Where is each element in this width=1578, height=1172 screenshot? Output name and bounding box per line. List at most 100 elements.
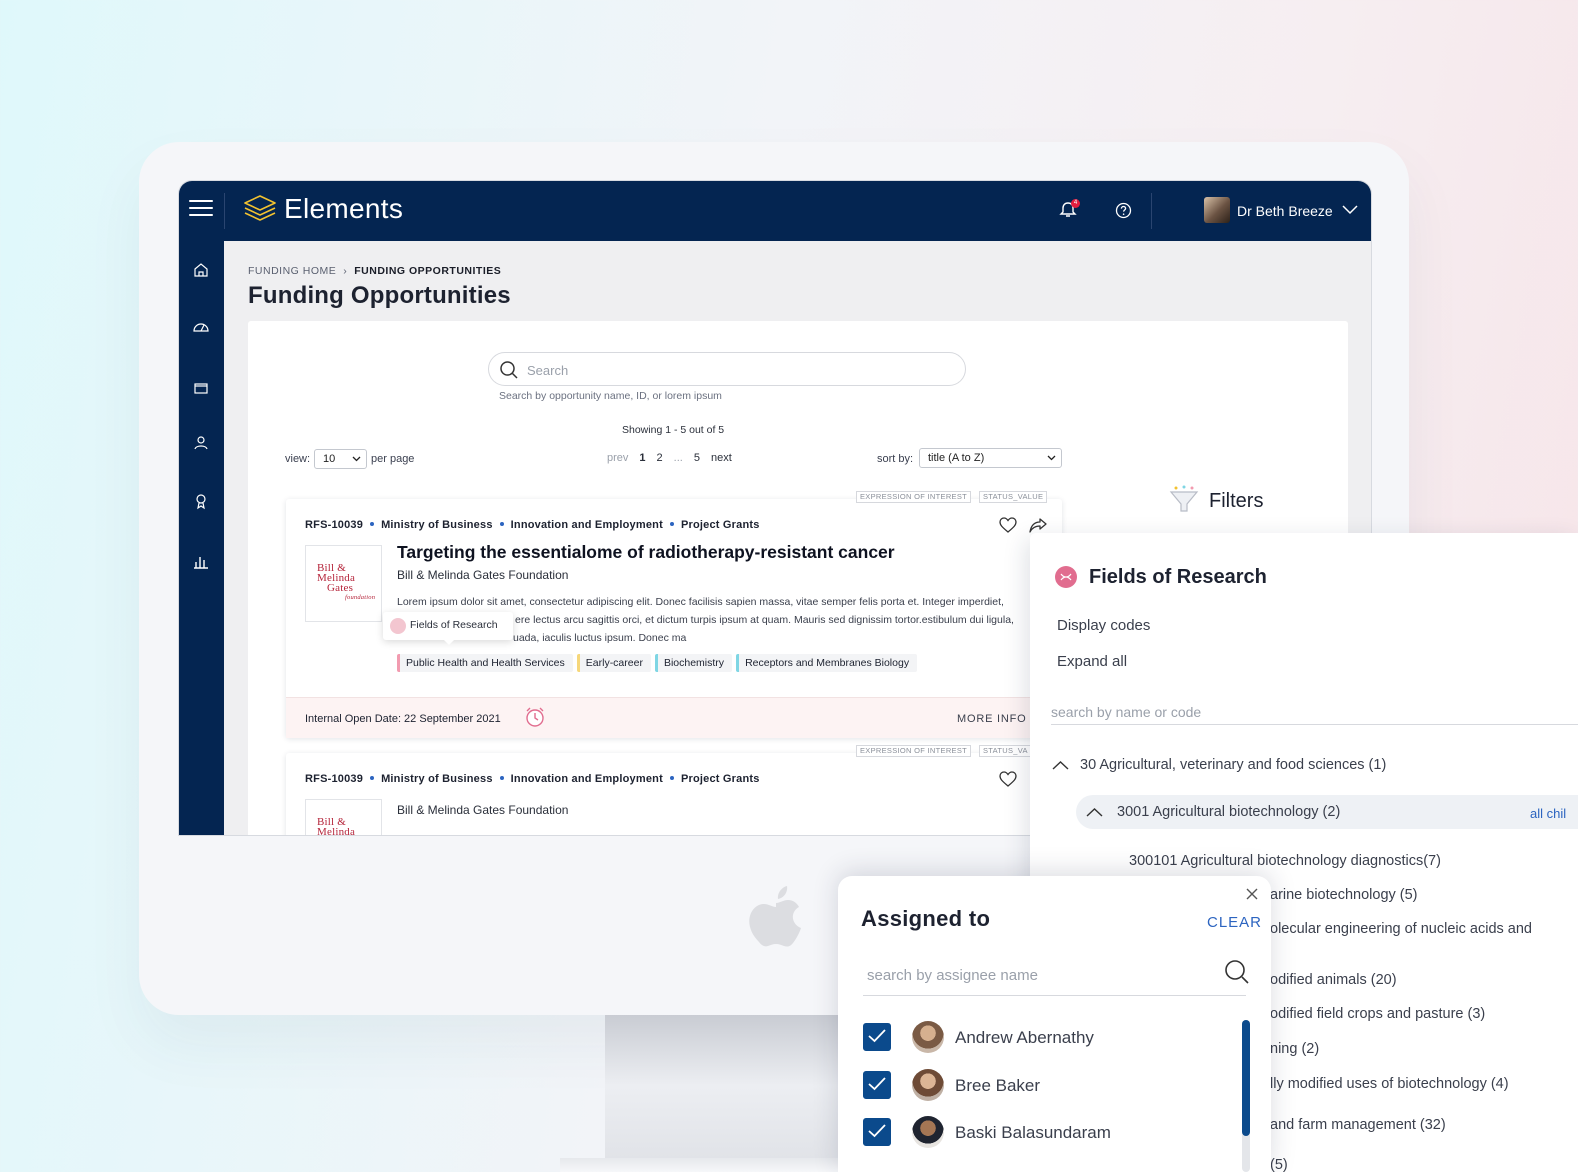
filter-icon <box>1167 484 1201 514</box>
dashboard-gauge-icon[interactable] <box>192 318 210 336</box>
user-name[interactable]: Dr Beth Breeze <box>1237 203 1333 219</box>
assignee-row[interactable]: Baski Balasundaram <box>863 1116 1223 1148</box>
tree-leaf[interactable]: lly modified uses of biotechnology (4) <box>1270 1076 1509 1092</box>
status-tag: STATUS_VALUE <box>979 491 1048 503</box>
opportunity-title[interactable]: Targeting the essentialome of radiothera… <box>397 542 895 563</box>
user-icon[interactable] <box>192 434 210 452</box>
panel-title: Fields of Research <box>1089 566 1267 588</box>
all-children-link[interactable]: all chil <box>1530 806 1566 821</box>
expand-all-link[interactable]: Expand all <box>1057 653 1127 670</box>
user-avatar[interactable] <box>1204 197 1230 223</box>
avatar <box>912 1116 944 1148</box>
panel-title: Assigned to <box>861 906 991 931</box>
search-icon <box>499 360 519 380</box>
elements-logo-icon <box>243 194 277 224</box>
app-name: Elements <box>284 193 404 224</box>
tree-leaf[interactable]: odified field crops and pasture (3) <box>1270 1006 1485 1022</box>
scrollbar-thumb[interactable] <box>1242 1020 1250 1136</box>
tree-leaf[interactable]: 300101 Agricultural biotechnology diagno… <box>1129 853 1441 869</box>
assignee-checkbox[interactable] <box>863 1118 891 1146</box>
heart-icon[interactable] <box>999 517 1017 533</box>
tree-leaf[interactable]: and farm management (32) <box>1270 1117 1446 1133</box>
status-tag: STATUS_VA <box>979 745 1032 757</box>
tree-leaf[interactable]: arine biotechnology (5) <box>1270 887 1418 903</box>
per-page-select[interactable]: 10 <box>314 449 367 469</box>
home-icon[interactable] <box>192 261 210 279</box>
research-search-input[interactable] <box>1051 699 1578 725</box>
funder-name: Ministry of Business <box>381 773 493 785</box>
chip-list: Public Health and Health Services Early-c… <box>397 653 921 672</box>
avatar <box>912 1069 944 1101</box>
pagination-next[interactable]: next <box>711 452 732 464</box>
display-codes-toggle[interactable]: Display codes <box>1057 617 1150 634</box>
topbar-divider <box>224 193 225 229</box>
chevron-down-icon <box>352 456 361 462</box>
filters-title: Filters <box>1209 490 1264 512</box>
opportunity-card[interactable]: EXPRESSION OF INTEREST STATUS_VA RFS-100… <box>286 745 1062 835</box>
opportunity-card[interactable]: EXPRESSION OF INTEREST STATUS_VALUE RFS-… <box>286 491 1062 738</box>
tree-node-label: 30 Agricultural, veterinary and food sci… <box>1080 757 1387 773</box>
breadcrumb-home[interactable]: FUNDING HOME <box>248 265 336 277</box>
results-summary: Showing 1 - 5 out of 5 <box>622 424 725 436</box>
pagination-prev[interactable]: prev <box>607 452 628 464</box>
research-chip[interactable]: Early-career <box>576 654 651 672</box>
tree-node[interactable]: 3001 Agricultural biotechnology (2) <box>1086 804 1340 820</box>
page-title: Funding Opportunities <box>248 282 511 309</box>
pagination-page[interactable]: 5 <box>694 452 700 464</box>
heart-icon[interactable] <box>999 771 1017 787</box>
funder-logo: Bill & Melinda <box>305 799 382 835</box>
avatar <box>912 1021 944 1053</box>
bar-chart-icon[interactable] <box>192 553 210 571</box>
clear-button[interactable]: CLEAR <box>1207 914 1262 931</box>
type-tag: EXPRESSION OF INTEREST <box>856 745 972 757</box>
close-icon[interactable] <box>1246 888 1258 900</box>
opportunity-meta: RFS-10039 Ministry of Business Innovation … <box>305 519 760 531</box>
search-input[interactable] <box>527 359 947 381</box>
breadcrumb-current: FUNDING OPPORTUNITIES <box>354 265 502 277</box>
more-info-link[interactable]: MORE INFO <box>957 713 1027 725</box>
program-name: Innovation and Employment <box>510 519 663 531</box>
open-date: Internal Open Date: 22 September 2021 <box>305 713 501 725</box>
assignee-checkbox[interactable] <box>863 1071 891 1099</box>
fields-of-research-tooltip: Fields of Research <box>383 612 513 645</box>
topbar-divider <box>1151 193 1152 229</box>
scheme-name: Project Grants <box>680 773 760 785</box>
chevron-down-icon[interactable] <box>1342 205 1358 215</box>
help-icon[interactable] <box>1115 202 1132 219</box>
assignee-search-input[interactable] <box>867 962 1207 988</box>
assignee-name: Bree Baker <box>955 1076 1041 1095</box>
award-icon[interactable] <box>192 492 210 510</box>
sort-select[interactable]: title (A to Z) <box>919 448 1062 468</box>
scheme-name: Project Grants <box>680 519 760 531</box>
description-line: Lorem ipsum dolor sit amet, consectetur … <box>397 596 1004 608</box>
tree-leaf[interactable]: (5) <box>1270 1157 1288 1172</box>
tree-leaf[interactable]: olecular engineering of nucleic acids an… <box>1270 921 1532 937</box>
research-chip[interactable]: Public Health and Health Services <box>397 654 573 672</box>
tree-leaf[interactable]: odified animals (20) <box>1270 972 1397 988</box>
chevron-down-icon <box>1047 455 1056 461</box>
program-name: Innovation and Employment <box>510 773 663 785</box>
chevron-up-icon <box>1086 808 1103 817</box>
tree-leaf[interactable]: ning (2) <box>1270 1041 1319 1057</box>
opportunity-id: RFS-10039 <box>305 519 364 531</box>
assignee-search <box>863 956 1249 996</box>
menu-icon[interactable] <box>189 200 213 220</box>
research-chip[interactable]: Receptors and Membranes Biology <box>736 654 918 672</box>
pagination: prev 1 2... 5 next <box>607 452 743 464</box>
tree-node-label: 3001 Agricultural biotechnology (2) <box>1117 804 1341 820</box>
tree-node[interactable]: 30 Agricultural, veterinary and food sci… <box>1052 757 1386 773</box>
breadcrumb-separator-icon: › <box>343 265 348 277</box>
research-chip[interactable]: Biochemistry <box>654 654 733 672</box>
pagination-page[interactable]: 1 <box>639 452 645 464</box>
search-icon[interactable] <box>1223 958 1251 986</box>
share-icon[interactable] <box>1029 517 1047 533</box>
opportunity-org: Bill & Melinda Gates Foundation <box>397 803 569 817</box>
notifications-bell-icon[interactable]: 4 <box>1059 199 1080 219</box>
assignee-row[interactable]: Andrew Abernathy <box>863 1021 1223 1053</box>
assignee-row[interactable]: Bree Baker <box>863 1069 1223 1101</box>
assignee-checkbox[interactable] <box>863 1023 891 1051</box>
research-icon <box>1055 566 1077 588</box>
folder-icon[interactable] <box>192 379 210 397</box>
pagination-page[interactable]: 2 <box>657 452 663 464</box>
opportunity-meta: RFS-10039 Ministry of Business Innovation … <box>305 773 760 785</box>
